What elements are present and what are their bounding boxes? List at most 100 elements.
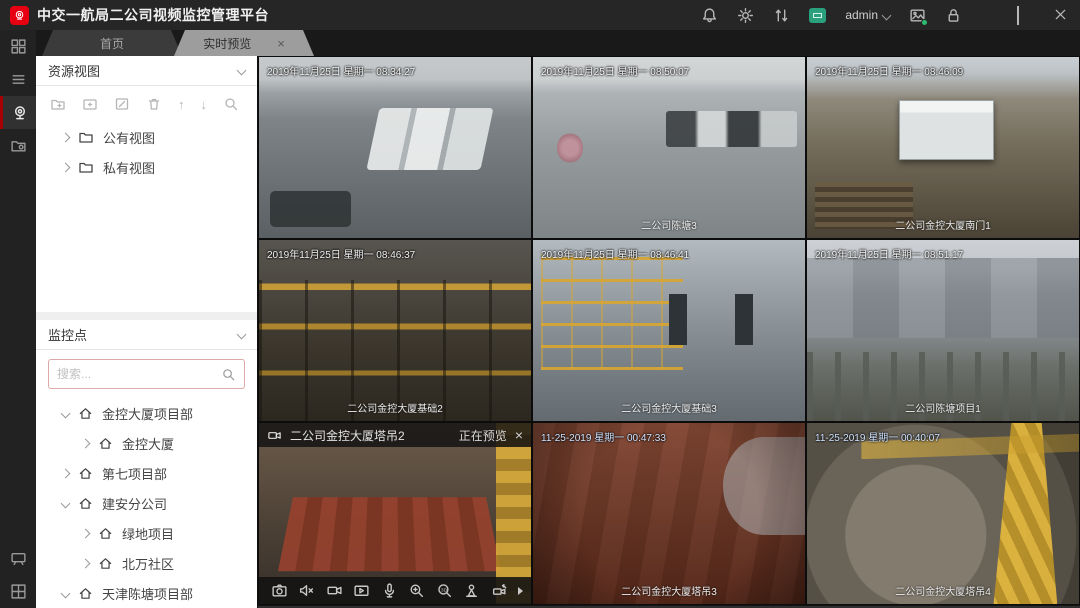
tree-item-label: 第七项目部 xyxy=(102,464,167,483)
tree-item-jinkong-tower[interactable]: 金控大厦 xyxy=(36,428,257,458)
search-input[interactable] xyxy=(57,367,221,381)
tree-item-label: 绿地项目 xyxy=(122,524,174,543)
chevron-down-icon xyxy=(61,588,71,598)
zoom-in-icon[interactable] xyxy=(408,582,425,599)
monitor-points-title: 监控点 xyxy=(48,325,87,344)
video-cell-4[interactable]: 2019年11月25日 星期一 08:46:37 二公司金控大厦基础2 xyxy=(258,239,532,422)
apps-grid-icon[interactable] xyxy=(0,30,36,63)
menu-list-icon[interactable] xyxy=(0,63,36,96)
tree-item-label: 建安分公司 xyxy=(102,494,167,513)
resource-view-header[interactable]: 资源视图 xyxy=(36,56,257,86)
tab-close-icon[interactable] xyxy=(277,36,285,51)
video-cell-8[interactable]: 11-25-2019 星期一 00:47:33 二公司金控大厦塔吊3 xyxy=(532,422,806,605)
settings-gear-icon[interactable] xyxy=(737,7,754,24)
tree-item-tianjin-chentang[interactable]: 天津陈塘项目部 xyxy=(36,578,257,608)
search-icon[interactable] xyxy=(221,367,236,382)
playback-icon[interactable] xyxy=(353,582,370,599)
projection-icon[interactable] xyxy=(0,542,36,575)
video-cell-5[interactable]: 2019年11月25日 星期一 08:46:41 二公司金控大厦基础3 xyxy=(532,239,806,422)
close-preview-icon[interactable] xyxy=(515,427,523,443)
notification-bell-icon[interactable] xyxy=(701,7,718,24)
osd-timestamp: 2019年11月25日 星期一 08:46:09 xyxy=(815,63,963,78)
locate-person-icon[interactable] xyxy=(463,582,480,599)
monitor-points-section: 监控点 金控大厦项目部 xyxy=(36,320,257,608)
resource-folder-rail-item[interactable] xyxy=(0,129,36,162)
title-bar: 中交一航局二公司视频监控管理平台 admin xyxy=(0,0,1080,30)
edit-icon[interactable] xyxy=(114,96,130,112)
tree-item-seventh-project[interactable]: 第七项目部 xyxy=(36,458,257,488)
camera-name-label: 二公司金控大厦基础2 xyxy=(259,400,531,415)
video-cell-2[interactable]: 2019年11月25日 星期一 08:50:07 二公司陈塘3 xyxy=(532,56,806,239)
chevron-down-icon xyxy=(61,408,71,418)
add-folder-icon[interactable] xyxy=(50,96,66,112)
snapshot-camera-icon[interactable] xyxy=(271,582,288,599)
mute-speaker-icon[interactable] xyxy=(298,582,315,599)
tab-live-preview[interactable]: 实时预览 xyxy=(174,30,314,56)
zoom-3d-icon[interactable]: 3D xyxy=(436,582,453,599)
tree-item-label: 北万社区 xyxy=(122,554,174,573)
live-preview-rail-item[interactable] xyxy=(0,96,36,129)
delete-trash-icon[interactable] xyxy=(146,96,162,112)
ptz-control-icon[interactable] xyxy=(491,582,508,599)
tree-item-label: 金控大厦 xyxy=(122,434,174,453)
wall-mode-icon[interactable] xyxy=(809,8,826,23)
record-icon[interactable] xyxy=(326,582,343,599)
tree-item-label: 公有视图 xyxy=(103,128,155,147)
video-grid: 2019年11月25日 星期一 08:34:27 2019年11月25日 星期一… xyxy=(258,56,1080,605)
move-down-icon[interactable] xyxy=(201,97,208,112)
user-menu[interactable]: admin xyxy=(845,8,890,22)
osd-timestamp: 2019年11月25日 星期一 08:46:37 xyxy=(267,246,415,261)
video-cell-3[interactable]: 2019年11月25日 星期一 08:46:09 二公司金控大厦南门1 xyxy=(806,56,1080,239)
tree-item-jianan-branch[interactable]: 建安分公司 xyxy=(36,488,257,518)
tree-item-public-views[interactable]: 公有视图 xyxy=(36,122,257,152)
camera-name-label: 二公司金控大厦塔吊4 xyxy=(807,583,1079,598)
home-icon xyxy=(98,526,113,541)
tree-item-jinkong-project[interactable]: 金控大厦项目部 xyxy=(36,398,257,428)
mic-icon[interactable] xyxy=(381,582,398,599)
search-box xyxy=(48,359,245,389)
tree-item-private-views[interactable]: 私有视图 xyxy=(36,152,257,182)
close-button[interactable] xyxy=(1053,7,1070,24)
minimize-button[interactable] xyxy=(981,7,998,24)
osd-timestamp: 11-25-2019 星期一 00:40:07 xyxy=(815,429,940,444)
search-icon[interactable] xyxy=(223,96,239,112)
home-icon xyxy=(78,496,93,511)
sidebar: 资源视图 xyxy=(36,56,258,608)
resource-tree: 公有视图 私有视图 xyxy=(36,122,257,182)
tab-home-label: 首页 xyxy=(100,35,124,52)
video-cell-9[interactable]: 11-25-2019 星期一 00:40:07 二公司金控大厦塔吊4 xyxy=(806,422,1080,605)
monitor-tree: 金控大厦项目部 金控大厦 第七项目部 xyxy=(36,398,257,608)
camera-name-label: 二公司陈塘3 xyxy=(533,217,805,232)
stream-switch-icon[interactable] xyxy=(773,7,790,24)
more-tools-arrow-icon[interactable] xyxy=(518,587,523,595)
osd-timestamp: 2019年11月25日 星期一 08:50:07 xyxy=(541,63,689,78)
selected-camera-title: 二公司金控大厦塔吊2 xyxy=(290,427,405,444)
tree-item-label: 私有视图 xyxy=(103,158,155,177)
osd-timestamp: 2019年11月25日 星期一 08:51:17 xyxy=(815,246,963,261)
monitor-points-header[interactable]: 监控点 xyxy=(36,320,257,350)
app-title: 中交一航局二公司视频监控管理平台 xyxy=(37,5,269,25)
video-cell-6[interactable]: 2019年11月25日 星期一 08:51:17 二公司陈塘项目1 xyxy=(806,239,1080,422)
tab-live-label: 实时预览 xyxy=(203,35,251,52)
tree-item-label: 天津陈塘项目部 xyxy=(102,584,193,603)
tab-home[interactable]: 首页 xyxy=(42,30,182,56)
osd-timestamp: 2019年11月25日 星期一 08:34:27 xyxy=(267,63,415,78)
folder-icon xyxy=(78,129,94,145)
snapshot-manager-icon[interactable] xyxy=(909,7,926,24)
chevron-down-icon xyxy=(237,66,247,76)
home-icon xyxy=(78,586,93,601)
maximize-button[interactable] xyxy=(1017,7,1034,24)
selected-cell-toolbar: 3D xyxy=(259,577,531,604)
video-cell-1[interactable]: 2019年11月25日 星期一 08:34:27 xyxy=(258,56,532,239)
tv-wall-icon[interactable] xyxy=(0,575,36,608)
move-up-icon[interactable] xyxy=(178,97,185,112)
tree-item-beiwan-community[interactable]: 北万社区 xyxy=(36,548,257,578)
video-cell-7-selected[interactable]: 二公司金控大厦塔吊2 正在预览 xyxy=(258,422,532,605)
user-name: admin xyxy=(845,8,878,22)
lock-screen-icon[interactable] xyxy=(945,7,962,24)
tab-bar: 首页 实时预览 xyxy=(36,30,1080,56)
tree-item-greenland-project[interactable]: 绿地项目 xyxy=(36,518,257,548)
add-view-icon[interactable] xyxy=(82,96,98,112)
osd-timestamp: 11-25-2019 星期一 00:47:33 xyxy=(541,429,666,444)
camera-name-label: 二公司金控大厦基础3 xyxy=(533,400,805,415)
